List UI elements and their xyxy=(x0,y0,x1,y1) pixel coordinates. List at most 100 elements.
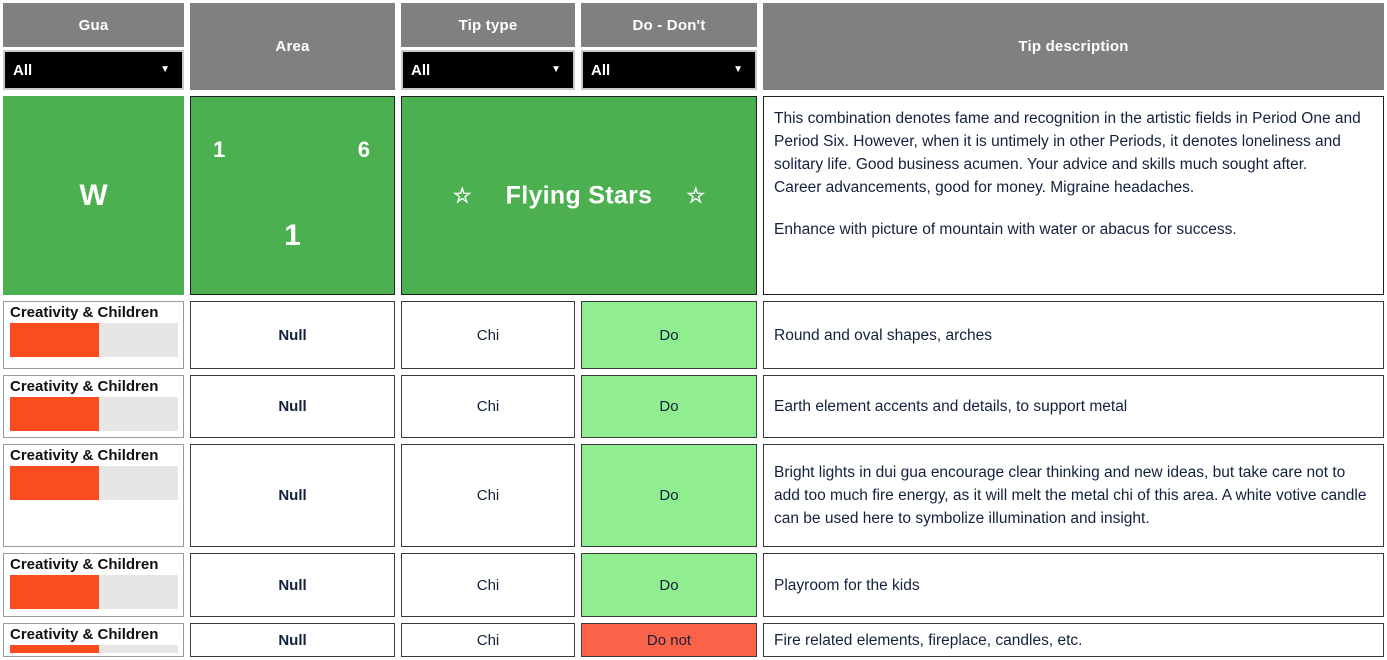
row-gua-bar-fill xyxy=(10,645,100,653)
row-do-dont-badge: Do xyxy=(581,301,757,369)
row-gua-label: Creativity & Children xyxy=(10,626,159,643)
row-gua-bar-fill xyxy=(10,466,100,500)
row-area-value: Null xyxy=(190,444,395,547)
tip-type-filter-select[interactable]: All ▼ xyxy=(401,50,575,90)
row-do-dont-cell[interactable]: Do xyxy=(578,298,760,372)
row-description-text: Earth element accents and details, to su… xyxy=(763,375,1384,438)
row-gua-label: Creativity & Children xyxy=(10,378,159,395)
row-do-dont-cell[interactable]: Do xyxy=(578,550,760,620)
row-gua-label: Creativity & Children xyxy=(10,304,159,321)
row-gua-bar xyxy=(10,466,178,500)
table-row[interactable]: Creativity & Children Null Chi Do Bright lig… xyxy=(0,441,1387,550)
row-gua-bar-fill xyxy=(10,323,100,357)
featured-area-number-center: 1 xyxy=(284,219,301,252)
row-gua-bar xyxy=(10,575,178,609)
star-outline-icon-right: ☆ xyxy=(686,184,706,207)
table-header-row: Gua All ▼ Area Tip type All ▼ Do - Don't… xyxy=(0,0,1387,93)
row-area-value: Null xyxy=(190,375,395,438)
column-header-area: Area xyxy=(187,0,398,93)
row-tip-type-cell[interactable]: Chi xyxy=(398,550,578,620)
row-do-dont-badge: Do not xyxy=(581,623,757,657)
row-gua-label: Creativity & Children xyxy=(10,556,159,573)
featured-area-number-top-right: 6 xyxy=(357,137,370,162)
table-row[interactable]: Creativity & Children Null Chi Do Round and … xyxy=(0,298,1387,372)
row-description-text: Bright lights in dui gua encourage clear… xyxy=(763,444,1384,547)
featured-gua-cell[interactable]: W xyxy=(0,93,187,298)
column-header-tip-type-label: Tip type xyxy=(401,3,575,47)
featured-description-paragraph: This combination denotes fame and recogn… xyxy=(774,110,1361,173)
row-description-cell: Bright lights in dui gua encourage clear… xyxy=(760,441,1387,550)
table-row[interactable]: Creativity & Children Null Chi Do Earth elem… xyxy=(0,372,1387,441)
row-description-cell: Fire related elements, fireplace, candle… xyxy=(760,620,1387,660)
featured-description-paragraph: Career advancements, good for money. Mig… xyxy=(774,179,1195,196)
row-gua-cell[interactable]: Creativity & Children xyxy=(0,298,187,372)
feng-shui-tips-table: Gua All ▼ Area Tip type All ▼ Do - Don't… xyxy=(0,0,1387,660)
row-do-dont-cell[interactable]: Do xyxy=(578,372,760,441)
row-do-dont-badge: Do xyxy=(581,553,757,617)
featured-area-cell[interactable]: 1 6 1 xyxy=(187,93,398,298)
row-tip-type-value: Chi xyxy=(401,553,575,617)
do-dont-filter-value: All xyxy=(591,61,611,79)
row-area-value: Null xyxy=(190,301,395,369)
row-tip-type-value: Chi xyxy=(401,375,575,438)
table-row[interactable]: Creativity & Children Null Chi Do Playroom f… xyxy=(0,550,1387,620)
tip-type-filter-value: All xyxy=(411,61,431,79)
row-gua-bar-fill xyxy=(10,575,100,609)
table-body: Creativity & Children Null Chi Do Round and … xyxy=(0,298,1387,660)
row-gua-bar xyxy=(10,645,178,653)
row-gua-cell[interactable]: Creativity & Children xyxy=(0,372,187,441)
featured-gua-letter: W xyxy=(79,178,108,212)
row-area-cell[interactable]: Null xyxy=(187,550,398,620)
row-do-dont-cell[interactable]: Do xyxy=(578,441,760,550)
row-area-cell[interactable]: Null xyxy=(187,298,398,372)
featured-area-number-top-left: 1 xyxy=(213,137,226,162)
row-tip-type-cell[interactable]: Chi xyxy=(398,298,578,372)
row-description-cell: Round and oval shapes, arches xyxy=(760,298,1387,372)
row-area-cell[interactable]: Null xyxy=(187,372,398,441)
row-description-text: Round and oval shapes, arches xyxy=(763,301,1384,369)
do-dont-filter-select[interactable]: All ▼ xyxy=(581,50,757,90)
row-do-dont-cell[interactable]: Do not xyxy=(578,620,760,660)
column-header-area-label: Area xyxy=(190,3,395,90)
column-header-do-dont-label: Do - Don't xyxy=(581,3,757,47)
chevron-down-icon: ▼ xyxy=(551,64,561,75)
row-do-dont-badge: Do xyxy=(581,444,757,547)
column-header-tip-type: Tip type All ▼ xyxy=(398,0,578,93)
row-tip-type-value: Chi xyxy=(401,444,575,547)
gua-filter-select[interactable]: All ▼ xyxy=(3,50,184,90)
row-area-cell[interactable]: Null xyxy=(187,441,398,550)
column-header-gua-label: Gua xyxy=(3,3,184,47)
row-area-cell[interactable]: Null xyxy=(187,620,398,660)
chevron-down-icon: ▼ xyxy=(733,64,743,75)
row-area-value: Null xyxy=(190,553,395,617)
row-gua-bar xyxy=(10,323,178,357)
row-tip-type-value: Chi xyxy=(401,301,575,369)
row-description-cell: Earth element accents and details, to su… xyxy=(760,372,1387,441)
row-tip-type-cell[interactable]: Chi xyxy=(398,620,578,660)
row-tip-type-value: Chi xyxy=(401,623,575,657)
row-gua-cell[interactable]: Creativity & Children xyxy=(0,550,187,620)
column-header-gua: Gua All ▼ xyxy=(0,0,187,93)
row-gua-cell[interactable]: Creativity & Children xyxy=(0,441,187,550)
chevron-down-icon: ▼ xyxy=(160,64,170,75)
column-header-tip-description: Tip description xyxy=(760,0,1387,93)
gua-filter-value: All xyxy=(13,61,33,79)
row-gua-label: Creativity & Children xyxy=(10,447,159,464)
row-description-text: Fire related elements, fireplace, candle… xyxy=(763,623,1384,657)
featured-tip-type-label: Flying Stars xyxy=(505,181,653,209)
featured-row[interactable]: W 1 6 1 ☆ Flying Stars ☆ This combinatio… xyxy=(0,93,1387,298)
table-row[interactable]: Creativity & Children Null Chi Do not Fire r… xyxy=(0,620,1387,660)
column-header-do-dont: Do - Don't All ▼ xyxy=(578,0,760,93)
row-description-text: Playroom for the kids xyxy=(763,553,1384,617)
featured-description-paragraph: Enhance with picture of mountain with wa… xyxy=(774,221,1237,238)
row-tip-type-cell[interactable]: Chi xyxy=(398,372,578,441)
row-area-value: Null xyxy=(190,623,395,657)
row-gua-cell[interactable]: Creativity & Children xyxy=(0,620,187,660)
row-tip-type-cell[interactable]: Chi xyxy=(398,441,578,550)
column-header-tip-description-label: Tip description xyxy=(763,3,1384,90)
featured-tip-type-cell[interactable]: ☆ Flying Stars ☆ xyxy=(398,93,760,298)
row-gua-bar-fill xyxy=(10,397,100,431)
row-description-cell: Playroom for the kids xyxy=(760,550,1387,620)
row-gua-bar xyxy=(10,397,178,431)
featured-description-cell: This combination denotes fame and recogn… xyxy=(760,93,1387,298)
